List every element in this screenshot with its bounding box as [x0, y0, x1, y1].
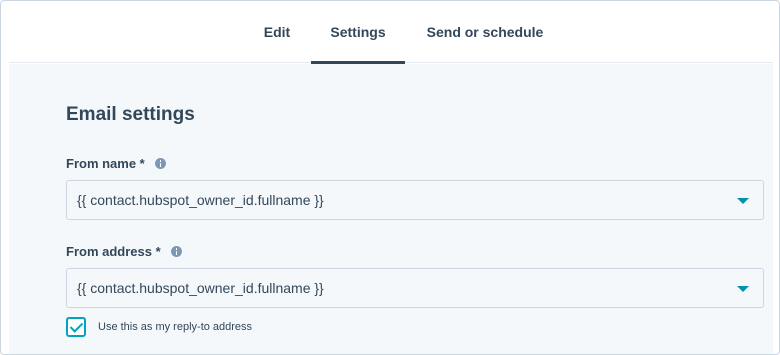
from-name-select[interactable]: {{ contact.hubspot_owner_id.fullname }}	[66, 180, 764, 220]
from-address-select[interactable]: {{ contact.hubspot_owner_id.fullname }}	[66, 268, 764, 308]
reply-to-checkbox[interactable]	[66, 317, 86, 337]
info-icon[interactable]	[154, 158, 166, 169]
tab-settings[interactable]: Settings	[311, 1, 405, 64]
caret-down-icon	[737, 198, 749, 204]
info-icon[interactable]	[170, 246, 182, 257]
section-title: Email settings	[66, 104, 195, 125]
from-name-label: From name *	[66, 156, 166, 171]
from-name-value: {{ contact.hubspot_owner_id.fullname }}	[77, 192, 324, 208]
from-name-label-text: From name *	[66, 156, 145, 171]
settings-panel: Email settings From name * {{ contact.hu…	[9, 64, 773, 354]
from-address-label-text: From address *	[66, 244, 161, 259]
from-address-label: From address *	[66, 244, 182, 259]
tab-edit[interactable]: Edit	[253, 1, 301, 63]
reply-to-option: Use this as my reply-to address	[66, 317, 252, 337]
tab-send-or-schedule[interactable]: Send or schedule	[415, 1, 555, 63]
reply-to-label[interactable]: Use this as my reply-to address	[98, 321, 252, 333]
settings-window: Edit Settings Send or schedule Email set…	[0, 0, 780, 355]
caret-down-icon	[737, 286, 749, 292]
tab-bar: Edit Settings Send or schedule	[9, 1, 773, 64]
from-address-value: {{ contact.hubspot_owner_id.fullname }}	[77, 280, 324, 296]
